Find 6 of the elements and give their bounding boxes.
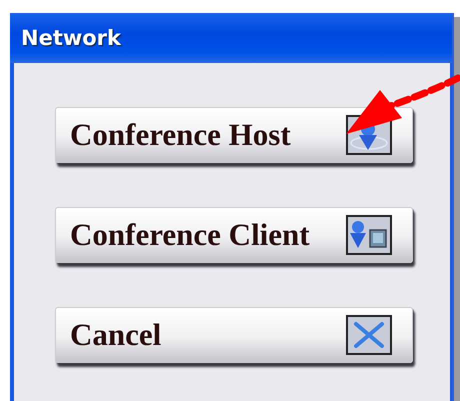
close-icon — [346, 315, 392, 355]
host-button[interactable]: Conference Host — [55, 107, 413, 163]
client-button[interactable]: Conference Client — [55, 207, 413, 263]
window-title: Network — [21, 26, 122, 50]
cancel-button[interactable]: Cancel — [55, 307, 413, 363]
computer-icon — [346, 215, 392, 255]
